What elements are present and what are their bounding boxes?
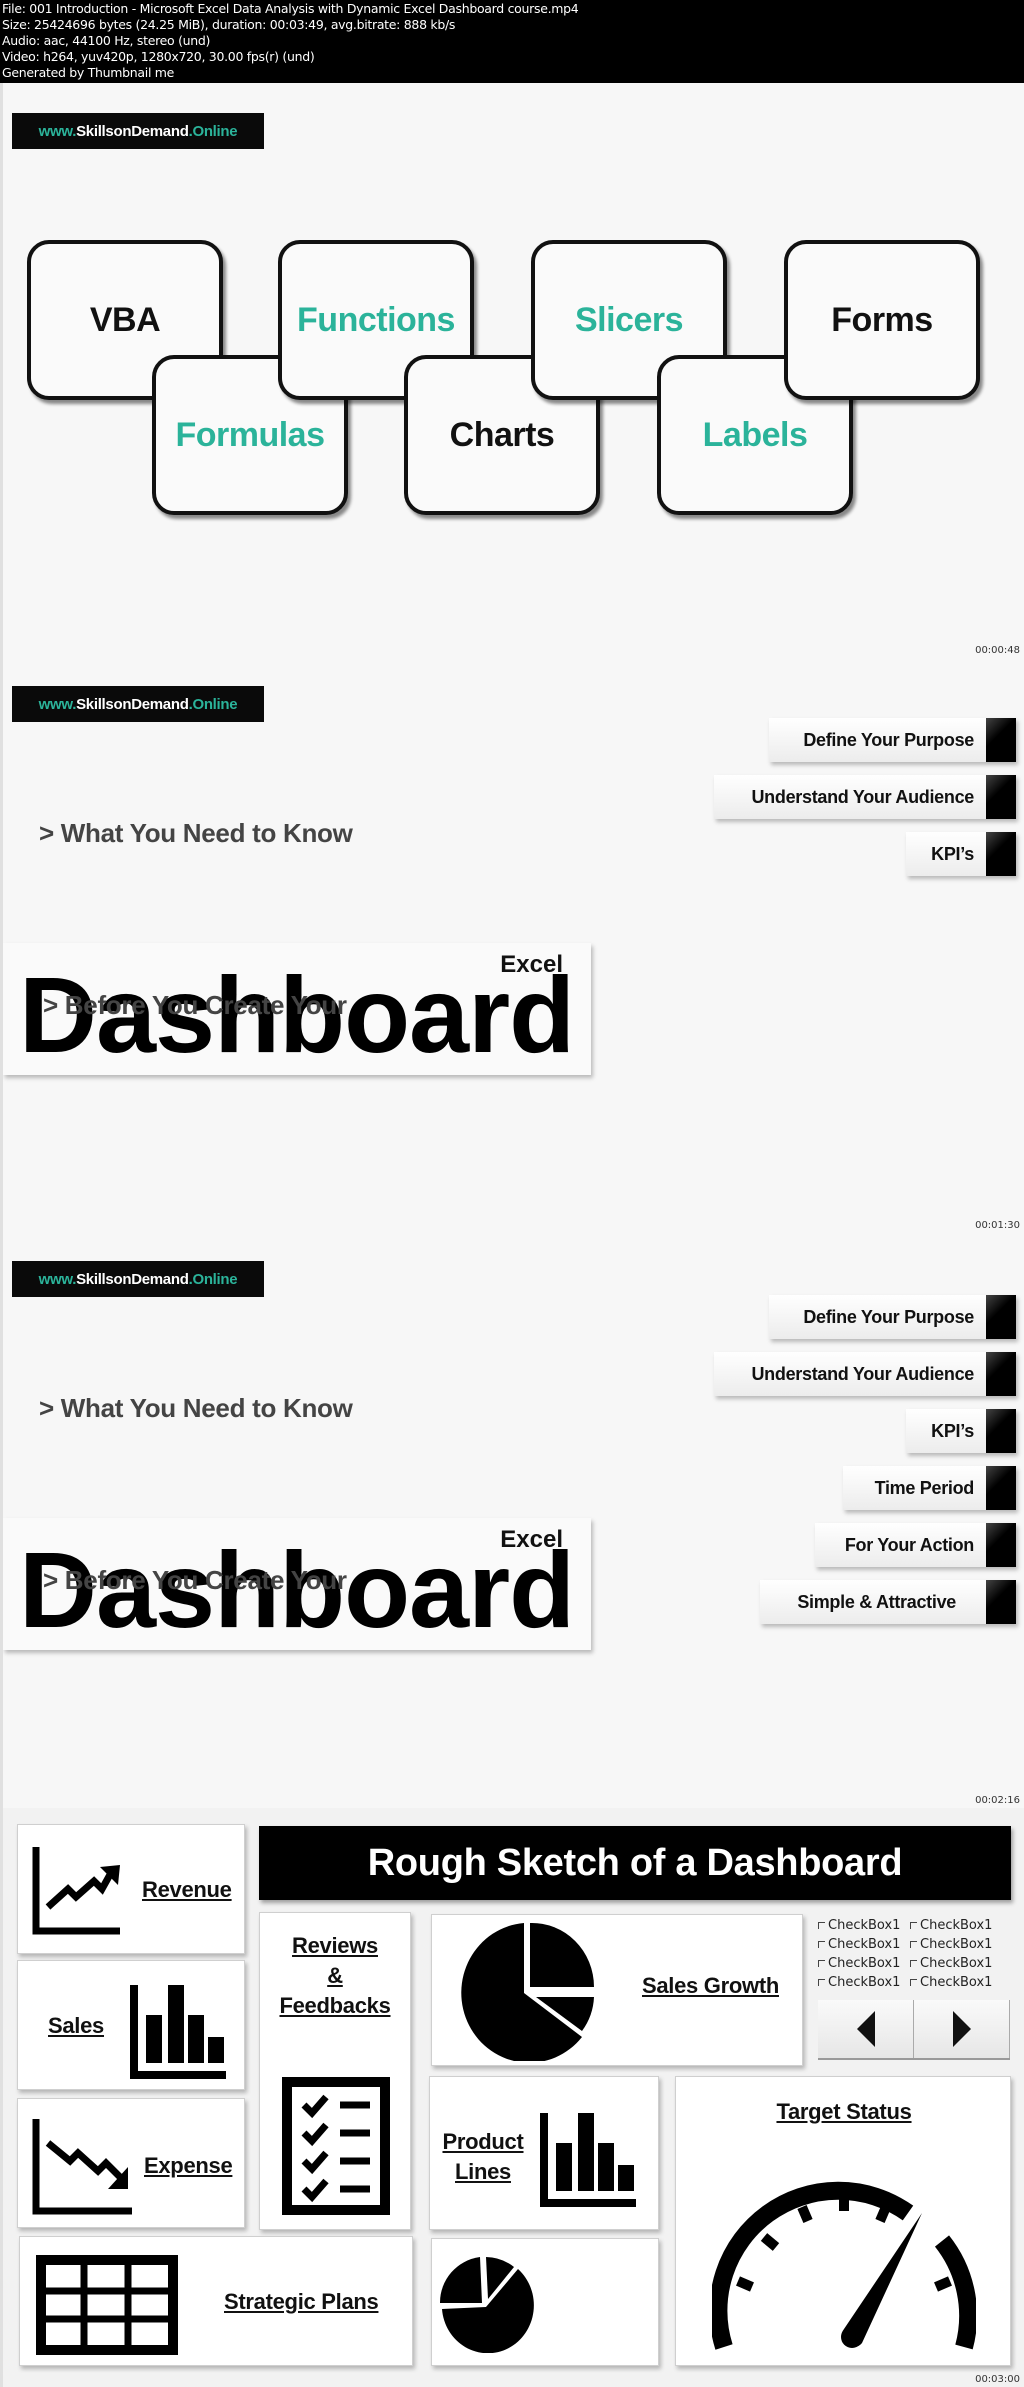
- checkbox[interactable]: CheckBox1: [818, 1975, 910, 1990]
- ampersand-label: &: [327, 1963, 343, 1988]
- sales-growth-card: Sales Growth: [431, 1914, 803, 2066]
- bar-chart-icon: [540, 2113, 636, 2207]
- step-marker: [986, 775, 1016, 819]
- checklist-icon: [282, 2077, 390, 2215]
- pie-chart-card: [431, 2238, 659, 2366]
- file-info-header: File: 001 Introduction - Microsoft Excel…: [0, 0, 1024, 83]
- scroll-buttons: [818, 2000, 1010, 2060]
- checkbox[interactable]: CheckBox1: [910, 1956, 1002, 1971]
- checkbox-square[interactable]: [910, 1960, 917, 1967]
- checkbox-square[interactable]: [818, 1960, 825, 1967]
- sales-card: Sales: [17, 1960, 245, 2090]
- thumbnail-frame-1: www. SkillsonDemand .Online VBA Formulas F…: [0, 83, 1024, 658]
- checkbox[interactable]: CheckBox1: [910, 1918, 1002, 1933]
- step-kpis: KPI’s: [906, 1409, 1016, 1453]
- frame-timestamp: 00:02:16: [975, 1795, 1020, 1806]
- checkbox-square[interactable]: [818, 1922, 825, 1929]
- frame-timestamp: 00:01:30: [975, 1220, 1020, 1231]
- brand-logo: www. SkillsonDemand .Online: [12, 686, 264, 722]
- step-understand-audience: Understand Your Audience: [714, 1352, 1016, 1396]
- feedbacks-label: Feedbacks: [279, 1993, 391, 2018]
- topic-tile-forms: Forms: [784, 240, 980, 400]
- expense-label: Expense: [144, 2153, 233, 2178]
- product-label: Product: [442, 2129, 524, 2154]
- brand-logo: www. SkillsonDemand .Online: [12, 113, 264, 149]
- next-button[interactable]: [914, 2000, 1010, 2058]
- frame-timestamp: 00:03:00: [975, 2374, 1020, 2385]
- pie-chart-icon: [461, 1922, 594, 2061]
- lines-label: Lines: [455, 2159, 511, 2184]
- bar-chart-icon: [130, 1985, 226, 2079]
- video-info-line: Video: h264, yuv420p, 1280x720, 30.00 fp…: [2, 49, 315, 64]
- trend-down-icon: [32, 2119, 132, 2215]
- checkbox-group: CheckBox1 CheckBox1 CheckBox1 CheckBox1 …: [818, 1918, 1002, 1990]
- frame-timestamp: 00:00:48: [975, 645, 1020, 656]
- triangle-right-icon: [952, 2011, 971, 2047]
- step-marker: [986, 1580, 1016, 1624]
- product-lines-card: Product Lines: [429, 2076, 659, 2230]
- sales-growth-label: Sales Growth: [642, 1973, 779, 1998]
- strategic-plans-label: Strategic Plans: [224, 2289, 379, 2314]
- revenue-card: Revenue: [17, 1824, 245, 1954]
- strategic-plans-card: Strategic Plans: [19, 2236, 413, 2366]
- brand-logo: www. SkillsonDemand .Online: [12, 1261, 264, 1297]
- step-marker: [986, 1466, 1016, 1510]
- step-marker: [986, 1523, 1016, 1567]
- checkbox[interactable]: CheckBox1: [910, 1937, 1002, 1952]
- checkbox-square[interactable]: [818, 1941, 825, 1948]
- dashboard-title: Rough Sketch of a Dashboard: [259, 1826, 1011, 1900]
- before-you-create-label: > Before You Create Your: [43, 990, 347, 1020]
- sales-label: Sales: [48, 2013, 104, 2038]
- target-status-card: Target Status: [675, 2076, 1011, 2366]
- audio-info-line: Audio: aac, 44100 Hz, stereo (und): [2, 33, 211, 48]
- step-define-purpose: Define Your Purpose: [769, 1295, 1016, 1339]
- checkbox-square[interactable]: [910, 1941, 917, 1948]
- checkbox[interactable]: CheckBox1: [818, 1918, 910, 1933]
- step-time-period: Time Period: [843, 1466, 1016, 1510]
- generator-info-line: Generated by Thumbnail me: [2, 65, 175, 80]
- file-info-line: File: 001 Introduction - Microsoft Excel…: [2, 1, 579, 16]
- checkbox[interactable]: CheckBox1: [818, 1956, 910, 1971]
- size-info-line: Size: 25424696 bytes (24.25 MiB), durati…: [2, 17, 456, 32]
- checkbox-square[interactable]: [910, 1979, 917, 1986]
- step-for-your-action: For Your Action: [815, 1523, 1016, 1567]
- gauge-icon: [712, 2181, 976, 2350]
- step-kpis: KPI’s: [906, 832, 1016, 876]
- checkbox[interactable]: CheckBox1: [910, 1975, 1002, 1990]
- what-you-need-label: > What You Need to Know: [39, 818, 353, 848]
- triangle-left-icon: [856, 2011, 875, 2047]
- step-marker: [986, 1409, 1016, 1453]
- step-marker: [986, 1352, 1016, 1396]
- expense-card: Expense: [17, 2098, 245, 2228]
- checkbox[interactable]: CheckBox1: [818, 1937, 910, 1952]
- step-marker: [986, 1295, 1016, 1339]
- thumbnail-frame-2: www. SkillsonDemand .Online > What You Nee…: [0, 658, 1024, 1233]
- trend-up-icon: [32, 1847, 120, 1935]
- table-grid-icon: [36, 2255, 178, 2355]
- step-define-purpose: Define Your Purpose: [769, 718, 1016, 762]
- previous-button[interactable]: [818, 2000, 914, 2058]
- what-you-need-label: > What You Need to Know: [39, 1393, 353, 1423]
- step-simple-attractive: Simple & Attractive: [760, 1580, 1016, 1624]
- target-status-label: Target Status: [776, 2099, 912, 2124]
- checkbox-square[interactable]: [818, 1979, 825, 1986]
- step-marker: [986, 718, 1016, 762]
- step-marker: [986, 832, 1016, 876]
- reviews-feedbacks-card: Reviews & Feedbacks: [259, 1912, 411, 2230]
- thumbnail-frame-4: Rough Sketch of a Dashboard Revenue Sale…: [0, 1808, 1024, 2387]
- step-understand-audience: Understand Your Audience: [714, 775, 1016, 819]
- pie-chart-icon: [440, 2257, 534, 2353]
- reviews-label: Reviews: [292, 1933, 378, 1958]
- before-you-create-label: > Before You Create Your: [43, 1565, 347, 1595]
- checkbox-square[interactable]: [910, 1922, 917, 1929]
- thumbnail-frame-3: www. SkillsonDemand .Online > What You Nee…: [0, 1233, 1024, 1808]
- revenue-label: Revenue: [142, 1877, 232, 1902]
